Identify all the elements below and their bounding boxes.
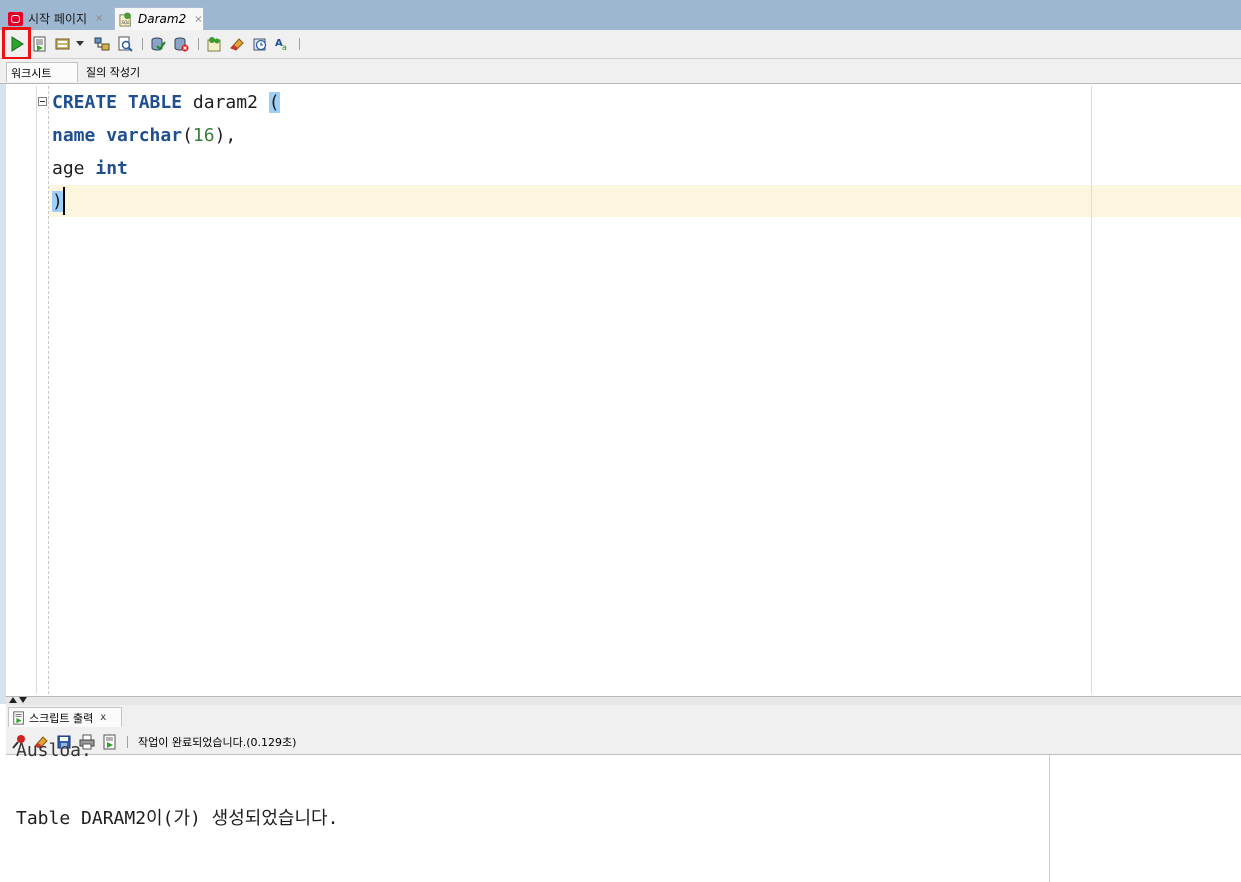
code-token: ),	[214, 125, 237, 146]
code-token: 16	[192, 125, 215, 146]
code-token: int	[95, 158, 128, 179]
text-case-icon: Aa	[275, 38, 287, 52]
tab-script-output-label: 스크립트 출력	[29, 711, 94, 725]
tab-daram2-label: Daram2	[138, 12, 187, 26]
fold-margin-line	[48, 86, 49, 694]
chevron-down-icon	[76, 41, 84, 46]
code-token: daram2	[182, 92, 269, 113]
output-toolbar: 작업이 완료되었습니다.(0.129초)	[6, 729, 1241, 755]
sql-editor[interactable]	[6, 84, 1241, 696]
autotrace-icon	[55, 38, 70, 50]
code-token: CREATE	[52, 92, 118, 113]
code-token: age	[52, 158, 96, 179]
sql-tuning-icon	[118, 36, 133, 52]
tab-script-output-close-icon[interactable]: x	[100, 712, 106, 723]
oracle-logo-icon	[8, 11, 23, 26]
output-status-text: 작업이 완료되었습니다.(0.129초)	[138, 736, 297, 749]
output-result-line: Table DARAM2이(가) 생성되었습니다.	[16, 808, 339, 829]
tab-script-output[interactable]: 스크립트 출력 x	[8, 707, 122, 727]
code-token: name	[52, 125, 96, 146]
code-line: name varchar(16),	[52, 125, 236, 147]
sql-tuning-button[interactable]	[116, 35, 134, 53]
rollback-button[interactable]	[172, 35, 190, 53]
code-line: age int	[52, 158, 128, 180]
code-line: CREATE TABLE daram2 (	[52, 92, 280, 114]
run-script-button[interactable]	[31, 35, 49, 53]
subtab-query-builder[interactable]: 질의 작성기	[82, 62, 162, 82]
script-output-icon	[13, 710, 24, 725]
rollback-icon	[174, 37, 189, 52]
gutter-divider	[36, 86, 37, 694]
right-margin-guide	[1091, 86, 1092, 694]
svg-text:a: a	[282, 43, 287, 52]
tab-start-page-close-icon[interactable]: ×	[95, 13, 103, 24]
code-token: (	[182, 125, 193, 146]
output-tab-bar: 스크립트 출력 x	[6, 705, 1241, 729]
worksheet-toolbar: Aa	[0, 30, 1241, 59]
splitter-arrows-icon[interactable]	[9, 696, 29, 704]
code-token: )	[52, 191, 63, 212]
sql-history-button[interactable]	[251, 35, 269, 53]
output-partial-line: Ausloa.	[16, 740, 92, 761]
code-token: TABLE	[127, 92, 183, 113]
toolbar-separator	[127, 736, 128, 748]
unshared-sql-button[interactable]	[205, 35, 223, 53]
text-caret	[63, 187, 65, 215]
explain-plan-icon	[94, 37, 110, 51]
tab-start-page-label: 시작 페이지	[28, 12, 88, 26]
script-file-icon	[103, 734, 116, 750]
autotrace-button[interactable]	[54, 35, 72, 53]
open-output-button[interactable]	[101, 733, 119, 751]
commit-button[interactable]	[149, 35, 167, 53]
clear-button[interactable]	[228, 35, 246, 53]
script-output-content: Ausloa. Table DARAM2이(가) 생성되었습니다.	[6, 740, 1241, 882]
eraser-icon	[230, 38, 244, 51]
output-divider	[1049, 755, 1050, 882]
toolbar-separator	[142, 38, 143, 50]
commit-icon	[151, 37, 166, 51]
history-icon	[253, 38, 267, 51]
explain-plan-button[interactable]	[93, 35, 111, 53]
document-tab-strip: 시작 페이지 × SQL Daram2 ×	[0, 0, 1241, 30]
format-case-button[interactable]: Aa	[274, 35, 292, 53]
autotrace-dropdown[interactable]	[74, 35, 86, 53]
editor-subtabs: 워크시트 질의 작성기	[0, 59, 1241, 84]
run-button-highlight-box	[2, 27, 31, 60]
sql-worksheet-icon: SQL	[119, 11, 131, 27]
svg-text:SQL: SQL	[121, 20, 130, 25]
toolbar-separator	[299, 38, 300, 50]
current-line-highlight	[49, 185, 1241, 217]
toolbar-separator	[198, 38, 199, 50]
fold-collapse-icon[interactable]	[38, 97, 47, 106]
code-token: (	[268, 92, 280, 113]
code-line: )	[52, 191, 63, 213]
subtab-worksheet[interactable]: 워크시트	[6, 62, 78, 82]
unshared-sql-icon	[207, 37, 221, 52]
tab-daram2-close-icon[interactable]: ×	[194, 14, 202, 25]
tab-daram2[interactable]: SQL Daram2 ×	[114, 7, 204, 30]
code-token: varchar	[106, 125, 183, 146]
run-script-icon	[33, 36, 46, 52]
